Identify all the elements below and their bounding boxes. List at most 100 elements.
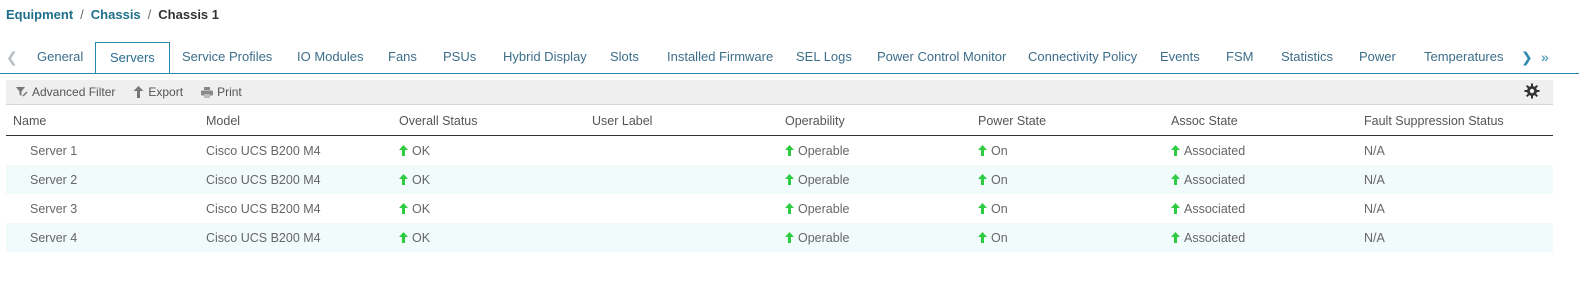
- table-row[interactable]: Server 2 Cisco UCS B200 M4 OK Operable O…: [6, 165, 1553, 194]
- up-arrow-icon: [399, 231, 408, 243]
- power-state-value: On: [991, 172, 1008, 187]
- tab-connectivity-policy[interactable]: Connectivity Policy: [1028, 42, 1137, 74]
- tab-power[interactable]: Power: [1359, 42, 1396, 74]
- tab-hybrid-display[interactable]: Hybrid Display: [503, 42, 587, 74]
- user-label-cell: [585, 194, 778, 223]
- tab-bar: ❮ General Servers Service Profiles IO Mo…: [0, 42, 1579, 74]
- assoc-state-cell: Associated: [1164, 165, 1357, 194]
- table-row[interactable]: Server 3 Cisco UCS B200 M4 OK Operable O…: [6, 194, 1553, 223]
- tab-temperatures[interactable]: Temperatures: [1424, 42, 1503, 74]
- up-arrow-icon: [1171, 173, 1180, 185]
- operability-value: Operable: [798, 230, 850, 245]
- tab-sel-logs[interactable]: SEL Logs: [796, 42, 852, 74]
- tab-psus[interactable]: PSUs: [443, 42, 476, 74]
- assoc-state-value: Associated: [1184, 230, 1246, 245]
- breadcrumb-chassis[interactable]: Chassis: [91, 7, 141, 22]
- overall-status-cell: OK: [392, 223, 585, 252]
- tab-servers[interactable]: Servers: [95, 42, 170, 74]
- up-arrow-icon: [785, 202, 794, 214]
- operability-value: Operable: [798, 201, 850, 216]
- up-arrow-icon: [399, 144, 408, 156]
- gear-icon[interactable]: [1524, 83, 1540, 99]
- tab-installed-firmware[interactable]: Installed Firmware: [667, 42, 773, 74]
- fault-suppression-cell: N/A: [1364, 201, 1385, 216]
- overall-status-cell: OK: [392, 194, 585, 223]
- fault-suppression-cell: N/A: [1357, 165, 1553, 194]
- breadcrumb-equipment[interactable]: Equipment: [6, 7, 73, 22]
- scroll-right-icon[interactable]: ❯: [1521, 49, 1533, 66]
- operability-value: Operable: [798, 172, 850, 187]
- tab-fsm[interactable]: FSM: [1226, 42, 1253, 74]
- up-arrow-icon: [785, 173, 794, 185]
- up-arrow-icon: [399, 202, 408, 214]
- up-arrow-icon: [1171, 144, 1180, 156]
- filter-icon: [16, 87, 28, 97]
- tab-events[interactable]: Events: [1160, 42, 1200, 74]
- assoc-state-cell: Associated: [1164, 194, 1357, 223]
- user-label-cell: [585, 165, 778, 194]
- overall-status-value: OK: [412, 172, 431, 187]
- operability-cell: Operable: [778, 194, 971, 223]
- column-header-fault-suppression-status[interactable]: Fault Suppression Status: [1357, 106, 1553, 136]
- tab-general[interactable]: General: [37, 42, 83, 74]
- tab-io-modules[interactable]: IO Modules: [297, 42, 363, 74]
- tab-power-control-monitor[interactable]: Power Control Monitor: [877, 42, 1006, 74]
- assoc-state-cell: Associated: [1164, 136, 1357, 166]
- scroll-end-icon[interactable]: »: [1541, 49, 1549, 65]
- toolbar: Advanced Filter Export Print: [6, 80, 1553, 105]
- advanced-filter-button[interactable]: Advanced Filter: [16, 85, 115, 99]
- column-header-overall-status[interactable]: Overall Status: [392, 106, 585, 136]
- operability-cell: Operable: [778, 136, 971, 166]
- fault-suppression-cell: N/A: [1357, 223, 1553, 252]
- table-row[interactable]: Server 4 Cisco UCS B200 M4 OK Operable O…: [6, 223, 1553, 252]
- server-model: Cisco UCS B200 M4: [206, 201, 321, 216]
- power-state-value: On: [991, 143, 1008, 158]
- export-button[interactable]: Export: [133, 85, 183, 99]
- operability-cell: Operable: [778, 165, 971, 194]
- up-arrow-icon: [1171, 231, 1180, 243]
- table-row[interactable]: Server 1 Cisco UCS B200 M4 OK Operable O…: [6, 136, 1553, 166]
- server-model: Cisco UCS B200 M4: [199, 165, 392, 194]
- assoc-state-value: Associated: [1184, 201, 1246, 216]
- up-arrow-icon: [978, 144, 987, 156]
- overall-status-value: OK: [412, 143, 431, 158]
- up-arrow-icon: [978, 231, 987, 243]
- server-name: Server 4: [6, 223, 199, 252]
- column-header-name[interactable]: Name: [6, 106, 199, 136]
- user-label-cell: [585, 136, 778, 166]
- breadcrumb-separator: /: [147, 7, 152, 22]
- column-header-user-label[interactable]: User Label: [585, 106, 778, 136]
- overall-status-value: OK: [412, 201, 431, 216]
- assoc-state-value: Associated: [1184, 143, 1246, 158]
- breadcrumb-current: Chassis 1: [158, 7, 219, 22]
- servers-table: Name Model Overall Status User Label Ope…: [6, 106, 1553, 252]
- tab-slots[interactable]: Slots: [610, 42, 639, 74]
- up-arrow-icon: [1171, 202, 1180, 214]
- power-state-cell: On: [971, 165, 1164, 194]
- up-arrow-icon: [785, 144, 794, 156]
- operability-cell: Operable: [778, 223, 971, 252]
- tab-baseline: [0, 73, 1579, 74]
- advanced-filter-label: Advanced Filter: [32, 85, 116, 99]
- power-state-cell: On: [971, 136, 1164, 166]
- column-header-assoc-state[interactable]: Assoc State: [1164, 106, 1357, 136]
- power-state-value: On: [991, 230, 1008, 245]
- operability-value: Operable: [798, 143, 850, 158]
- table-header-row: Name Model Overall Status User Label Ope…: [6, 106, 1553, 136]
- tab-statistics[interactable]: Statistics: [1281, 42, 1333, 74]
- column-header-model[interactable]: Model: [199, 106, 392, 136]
- up-arrow-icon: [978, 173, 987, 185]
- column-header-operability[interactable]: Operability: [778, 106, 971, 136]
- overall-status-cell: OK: [392, 165, 585, 194]
- tab-service-profiles[interactable]: Service Profiles: [182, 42, 272, 74]
- overall-status-cell: OK: [392, 136, 585, 166]
- breadcrumb: Equipment / Chassis / Chassis 1: [6, 7, 219, 22]
- up-arrow-icon: [978, 202, 987, 214]
- column-header-power-state[interactable]: Power State: [971, 106, 1164, 136]
- assoc-state-value: Associated: [1184, 172, 1246, 187]
- breadcrumb-separator: /: [80, 7, 84, 22]
- print-button[interactable]: Print: [201, 85, 242, 99]
- up-arrow-icon: [399, 173, 408, 185]
- tab-fans[interactable]: Fans: [388, 42, 417, 74]
- scroll-left-icon[interactable]: ❮: [6, 49, 18, 66]
